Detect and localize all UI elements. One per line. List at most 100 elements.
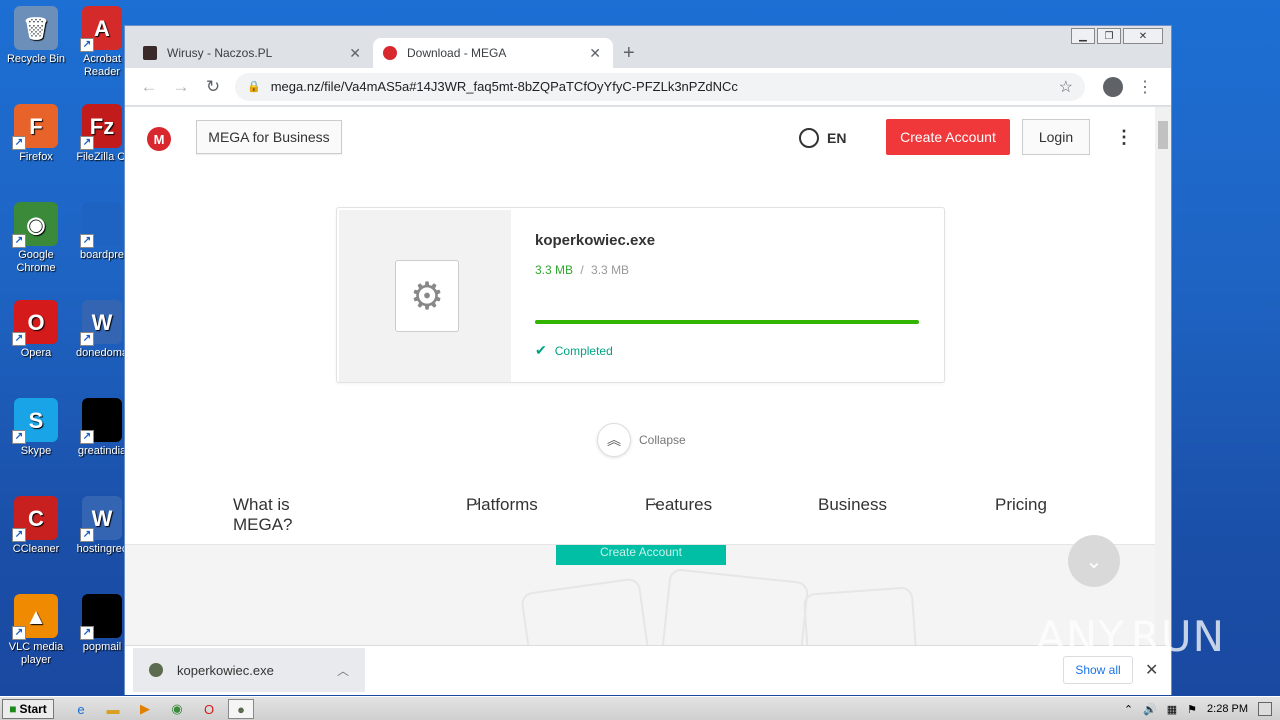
- app-icon: Fz ↗: [80, 104, 122, 150]
- browser-window: ▁ ❐ ✕ Wirusy - Naczos.PL ✕ Download - ME…: [124, 25, 1172, 695]
- windows-flag-icon: ■: [9, 702, 17, 716]
- desktop-icon-label: Firefox: [19, 151, 53, 163]
- tab-mega-download[interactable]: Download - MEGA ✕: [373, 38, 613, 68]
- shortcut-arrow-icon: ↗: [12, 626, 26, 640]
- profile-avatar-icon[interactable]: [1103, 76, 1123, 97]
- lower-section: Create Account ⌄: [125, 535, 1155, 645]
- file-size: 3.3 MB / 3.3 MB: [535, 263, 629, 277]
- start-button[interactable]: ■ Start: [2, 699, 54, 719]
- download-card: ⚙ koperkowiec.exe 3.3 MB / 3.3 MB ✔ Comp…: [336, 207, 945, 383]
- mega-logo[interactable]: M: [147, 127, 171, 151]
- app-icon: F ↗: [12, 104, 58, 150]
- tab-wirusy[interactable]: Wirusy - Naczos.PL ✕: [133, 38, 373, 68]
- close-shelf-icon[interactable]: ✕: [1145, 660, 1158, 680]
- file-thumbnail: ⚙: [339, 210, 511, 382]
- decorative-shape: [802, 586, 918, 645]
- start-label: Start: [19, 702, 47, 716]
- url-text: mega.nz/file/Va4mAS5a#14J3WR_faq5mt-8bZQ…: [270, 79, 738, 94]
- chevron-down-icon: ⌄: [472, 496, 482, 508]
- tab-title: Download - MEGA: [407, 46, 507, 60]
- taskbar: ■ Start e ▬ ▶ ◉ O ● ⌃ 🔊 ▦ ⚑ 2:28 PM: [0, 696, 1280, 720]
- decorative-shape: [520, 577, 650, 645]
- app-icon: W ↗: [80, 300, 122, 346]
- chevron-up-icon[interactable]: ︿: [337, 662, 349, 679]
- app-icon: W ↗: [80, 496, 122, 542]
- language-label: EN: [827, 130, 847, 146]
- desktop-icon-label: Opera: [20, 347, 52, 359]
- quick-launch: e ▬ ▶ ◉ O ●: [68, 699, 254, 719]
- clock[interactable]: 2:28 PM: [1207, 703, 1248, 715]
- desktop-icon[interactable]: O ↗ Opera: [0, 300, 72, 360]
- explorer-icon[interactable]: ▬: [100, 699, 126, 719]
- check-icon: ✔: [535, 342, 547, 358]
- download-status: ✔ Completed: [535, 342, 613, 359]
- shortcut-arrow-icon: ↗: [12, 528, 26, 542]
- language-selector[interactable]: EN: [799, 128, 846, 148]
- nav-label: Business: [818, 495, 887, 514]
- login-button[interactable]: Login: [1022, 119, 1090, 155]
- scrollbar-thumb[interactable]: [1158, 121, 1168, 149]
- ie-icon[interactable]: e: [68, 699, 94, 719]
- new-tab-button[interactable]: +: [623, 38, 635, 68]
- download-item[interactable]: koperkowiec.exe ︿: [133, 648, 365, 692]
- opera-icon[interactable]: O: [196, 699, 222, 719]
- reload-button[interactable]: ↻: [197, 73, 229, 101]
- system-tray: ⌃ 🔊 ▦ ⚑ 2:28 PM: [1124, 699, 1280, 719]
- window-controls: ▁ ❐ ✕: [1071, 28, 1163, 44]
- app-icon: 🗑: [14, 6, 58, 50]
- size-separator: /: [580, 263, 584, 277]
- desktop-icon[interactable]: 🗑 Recycle Bin: [0, 6, 72, 66]
- minimize-button[interactable]: ▁: [1071, 28, 1095, 44]
- app-icon: C ↗: [12, 496, 58, 542]
- desktop-icon[interactable]: ▲ ↗ VLC media player: [0, 594, 72, 667]
- app-icon: A ↗: [80, 6, 122, 52]
- close-tab-icon[interactable]: ✕: [589, 45, 601, 62]
- maximize-button[interactable]: ❐: [1097, 28, 1121, 44]
- shortcut-arrow-icon: ↗: [12, 136, 26, 150]
- browser-menu-icon[interactable]: ⋮: [1137, 77, 1153, 97]
- page-menu-icon[interactable]: ⋮: [1115, 127, 1133, 148]
- desktop-icon[interactable]: C ↗ CCleaner: [0, 496, 72, 556]
- shortcut-arrow-icon: ↗: [12, 430, 26, 444]
- desktop-icon[interactable]: ◉ ↗ Google Chrome: [0, 202, 72, 275]
- desktop-icon-label: Recycle Bin: [6, 53, 66, 65]
- app-icon[interactable]: ●: [228, 699, 254, 719]
- chrome-icon[interactable]: ◉: [164, 699, 190, 719]
- back-button[interactable]: ←: [133, 73, 165, 101]
- double-chevron-up-icon: ︽: [597, 423, 631, 457]
- collapse-label: Collapse: [639, 433, 686, 447]
- shortcut-arrow-icon: ↗: [12, 234, 26, 248]
- mega-nav: What is MEGA? Platforms ⌄ Features ⌄ Busin…: [125, 495, 1155, 543]
- desktop-icon[interactable]: F ↗ Firefox: [0, 104, 72, 164]
- download-shelf: koperkowiec.exe ︿ Show all ✕: [125, 645, 1171, 695]
- desktop-icon-label: Skype: [20, 445, 52, 457]
- lock-icon: 🔒: [247, 81, 261, 93]
- page-scrollbar[interactable]: [1155, 107, 1171, 645]
- mega-page: M MEGA for Business EN Create Account Lo…: [125, 107, 1155, 645]
- close-tab-icon[interactable]: ✕: [349, 45, 361, 62]
- app-icon: ↗: [80, 398, 122, 444]
- network-icon[interactable]: ▦: [1167, 703, 1177, 716]
- show-hidden-icons[interactable]: ⌃: [1124, 703, 1133, 716]
- file-name: koperkowiec.exe: [535, 232, 656, 249]
- forward-button[interactable]: →: [165, 73, 197, 101]
- create-account-button[interactable]: Create Account: [886, 119, 1010, 155]
- mega-favicon: [383, 46, 397, 60]
- desktop-icon[interactable]: S ↗ Skype: [0, 398, 72, 458]
- volume-icon[interactable]: 🔊: [1143, 703, 1157, 716]
- bookmark-star-icon[interactable]: ☆: [1059, 77, 1073, 97]
- collapse-button[interactable]: ︽ Collapse: [597, 423, 686, 457]
- mega-for-business-button[interactable]: MEGA for Business: [196, 120, 342, 154]
- address-bar[interactable]: 🔒 mega.nz/file/Va4mAS5a#14J3WR_faq5mt-8b…: [235, 72, 1085, 101]
- scroll-down-icon[interactable]: ⌄: [1068, 535, 1120, 587]
- lower-create-account-button[interactable]: Create Account: [556, 545, 726, 565]
- show-desktop-icon[interactable]: [1258, 702, 1272, 716]
- app-icon: ↗: [80, 594, 122, 640]
- media-player-icon[interactable]: ▶: [132, 699, 158, 719]
- shortcut-arrow-icon: ↗: [80, 234, 94, 248]
- app-icon: ↗: [80, 202, 122, 248]
- flag-icon[interactable]: ⚑: [1187, 703, 1197, 716]
- browser-toolbar: ← → ↻ 🔒 mega.nz/file/Va4mAS5a#14J3WR_faq…: [125, 68, 1171, 106]
- download-progress-bar: [535, 320, 919, 324]
- close-window-button[interactable]: ✕: [1123, 28, 1163, 44]
